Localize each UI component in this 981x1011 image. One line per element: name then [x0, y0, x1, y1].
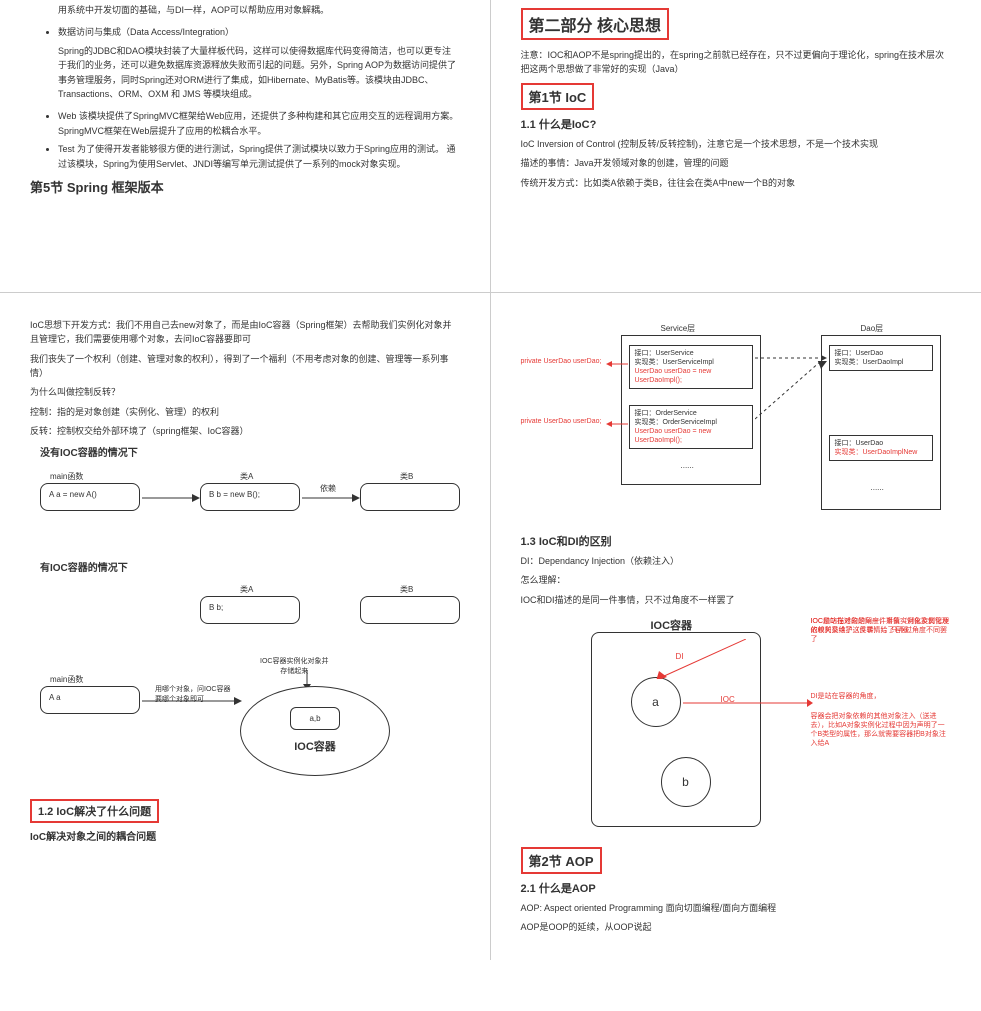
p3-p5: 反转：控制权交给外部环境了（spring框架、IoC容器） — [30, 424, 460, 438]
p-same: IOC和DI描述的是同一件事情，只不过角度不一样罢了 — [521, 593, 952, 607]
bullet-test: Test 为了使得开发者能够很方便的进行测试，Spring提供了测试模块以致力于… — [58, 142, 460, 171]
box-main-a: A a = new A() — [40, 483, 140, 511]
diagram-service-dao: Service层 Dao层 private UserDao userDao; 接… — [521, 323, 952, 523]
intro-tail: 用系统中开发切面的基础，与DI一样，AOP可以帮助应用对象解耦。 — [58, 3, 460, 17]
p-how: 怎么理解： — [521, 573, 952, 587]
page-top-left: 用系统中开发切面的基础，与DI一样，AOP可以帮助应用对象解耦。 数据访问与集成… — [0, 0, 491, 293]
diagram-no-ioc: main函数 A a = new A() 类A B b = new B(); 依… — [30, 469, 460, 539]
box-class-a: B b = new B(); — [200, 483, 300, 511]
heading-1-2: 1.2 IoC解决了什么问题 — [30, 799, 460, 823]
p3-p1: IoC思想下开发方式：我们不用自己去new对象了，而是由IoC容器（Spring… — [30, 318, 460, 347]
p-aop1: AOP: Aspect oriented Programming 面向切面编程/… — [521, 901, 952, 915]
bullet-web: Web 该模块提供了SpringMVC框架给Web应用，还提供了多种构建和其它应… — [58, 109, 460, 138]
heading-part-2: 第二部分 核心思想 — [521, 8, 952, 40]
bullet-data-access: 数据访问与集成（Data Access/Integration） — [58, 25, 460, 39]
p-aop2: AOP是OOP的延续，从OOP说起 — [521, 920, 952, 934]
d2-title: IOC容器 — [651, 617, 693, 633]
box2-class-b — [360, 596, 460, 624]
bullet-data-access-desc: Spring的JDBC和DAO模块封装了大量样板代码，这样可以使得数据库代码变得… — [58, 44, 460, 102]
box-orderservice: 接口：OrderService 实现类：OrderServiceImpl Use… — [629, 405, 753, 449]
heading-1-3: 1.3 IoC和DI的区别 — [521, 533, 952, 549]
p3-p4: 控制：指的是对象创建（实例化、管理）的权利 — [30, 405, 460, 419]
box-userservice: 接口：UserService 实现类：UserServiceImpl UserD… — [629, 345, 753, 389]
page-bottom-right: Service层 Dao层 private UserDao userDao; 接… — [491, 293, 981, 960]
box-userdao-new: 接口：UserDao 实现类：UserDaoImplNew — [829, 435, 933, 461]
p3-p2: 我们丧失了一个权利（创建、管理对象的权利），得到了一个福利（不用考虑对象的创建、… — [30, 352, 460, 381]
heading-2-1: 2.1 什么是AOP — [521, 880, 952, 896]
diagram1-title: 没有IOC容器的情况下 — [40, 444, 460, 459]
box-userdao: 接口：UserDao 实现类：UserDaoImpl — [829, 345, 933, 371]
box-class-b — [360, 483, 460, 511]
ioc-container-ellipse: a,b IOC容器 — [240, 686, 390, 776]
part2-note: 注意：IOC和AOP不是spring提出的，在spring之前就已经存在，只不过… — [521, 48, 952, 77]
page-top-right: 第二部分 核心思想 注意：IOC和AOP不是spring提出的，在spring之… — [491, 0, 981, 293]
heading-section-1-ioc: 第1节 IoC — [521, 83, 952, 110]
p-ioc-desc: 描述的事情：Java开发领域对象的创建，管理的问题 — [521, 156, 952, 170]
heading-section-2-aop: 第2节 AOP — [521, 847, 952, 874]
diagram2-title: 有IOC容器的情况下 — [40, 559, 460, 574]
circle-b: b — [661, 757, 711, 807]
circle-a: a — [631, 677, 681, 727]
note3: DI是站在容器的角度， — [811, 692, 951, 701]
page-bottom-left: IoC思想下开发方式：我们不用自己去new对象了，而是由IoC容器（Spring… — [0, 293, 491, 960]
p-ioc-def: IoC Inversion of Control (控制反转/反转控制)，注意它… — [521, 137, 952, 151]
p-ioc-trad: 传统开发方式：比如类A依赖于类B，往往会在类A中new一个B的对象 — [521, 176, 952, 190]
diagram-ioc-di: IOC容器 a b DI IOC IOC和DI描述的是同一件事情（对象实例化及依… — [521, 617, 952, 837]
p-di: DI：Dependancy Injection（依赖注入） — [521, 554, 952, 568]
p3-p3: 为什么叫做控制反转？ — [30, 385, 460, 399]
heading-1-2-sub: IoC解决对象之间的耦合问题 — [30, 828, 460, 843]
box2-class-a: B b; — [200, 596, 300, 624]
heading-section-5: 第5节 Spring 框架版本 — [30, 177, 460, 196]
note2: IOC是站在对象的角度，对象实例化及其管理的权利交给了（反转）给了容器 — [811, 617, 951, 635]
diagram-with-ioc: 类A B b; 类B main函数 A a 用哪个对象，问IOC容器 要哪个对象… — [30, 584, 460, 784]
note4: 容器会把对象依赖的其他对象注入（送进去），比如A对象实例化过程中因为声明了一个B… — [811, 712, 951, 748]
heading-1-1: 1.1 什么是IoC? — [521, 116, 952, 132]
box2-main: A a — [40, 686, 140, 714]
